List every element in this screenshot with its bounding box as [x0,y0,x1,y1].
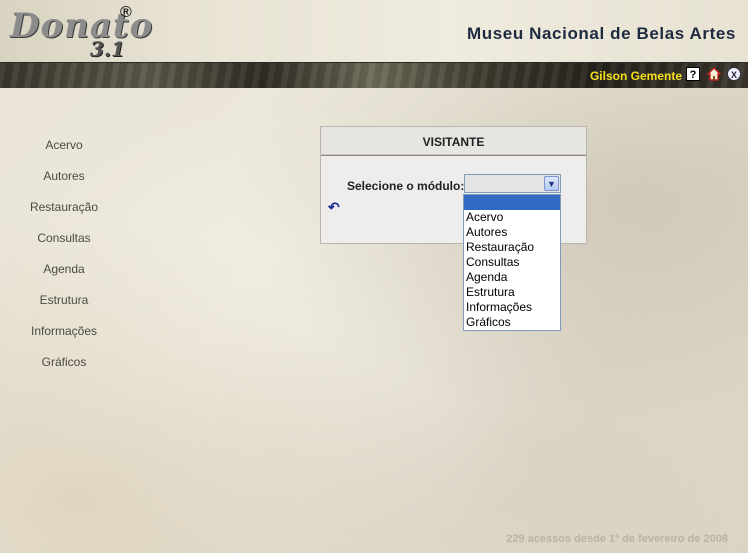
sidebar-item-agenda[interactable]: Agenda [0,254,128,285]
sidebar-nav: Acervo Autores Restauração Consultas Age… [0,130,128,378]
module-dropdown-list: Acervo Autores Restauração Consultas Age… [463,194,561,331]
dropdown-option-estrutura[interactable]: Estrutura [464,285,560,300]
header: Donato 3.1 ® Museu Nacional de Belas Art… [0,0,748,63]
username: Gilson Gemente [589,69,682,83]
sidebar-item-estrutura[interactable]: Estrutura [0,285,128,316]
sidebar-item-autores[interactable]: Autores [0,161,128,192]
dropdown-option-agenda[interactable]: Agenda [464,270,560,285]
dropdown-option-consultas[interactable]: Consultas [464,255,560,270]
registered-mark: ® [120,4,132,21]
user-bar: Gilson Gemente ? X [0,63,748,88]
help-icon[interactable]: ? [686,67,700,81]
logout-icon[interactable]: X [727,67,741,81]
logo-version: 3.1 [90,37,125,61]
sidebar-item-consultas[interactable]: Consultas [0,223,128,254]
donato-logo: Donato 3.1 ® [8,4,152,61]
module-select[interactable]: ▼ [464,174,561,193]
sidebar-item-restauracao[interactable]: Restauração [0,192,128,223]
museum-title: Museu Nacional de Belas Artes [466,24,736,43]
home-icon[interactable] [706,67,722,81]
sidebar-item-acervo[interactable]: Acervo [0,130,128,161]
panel-title: VISITANTE [321,127,586,156]
dropdown-option-restauracao[interactable]: Restauração [464,240,560,255]
dropdown-option-acervo[interactable]: Acervo [464,210,560,225]
undo-icon[interactable]: ↶ [328,199,340,216]
dropdown-option-informacoes[interactable]: Informações [464,300,560,315]
sidebar-item-graficos[interactable]: Gráficos [0,347,128,378]
dropdown-option-autores[interactable]: Autores [464,225,560,240]
dropdown-option-graficos[interactable]: Gráficos [464,315,560,330]
chevron-down-icon[interactable]: ▼ [544,176,559,191]
access-counter: 229 acessos desde 1º de fevereiro de 200… [506,533,728,545]
module-select-label: Selecione o módulo: [347,179,465,193]
dropdown-option-empty[interactable] [464,195,560,210]
sidebar-item-informacoes[interactable]: Informações [0,316,128,347]
